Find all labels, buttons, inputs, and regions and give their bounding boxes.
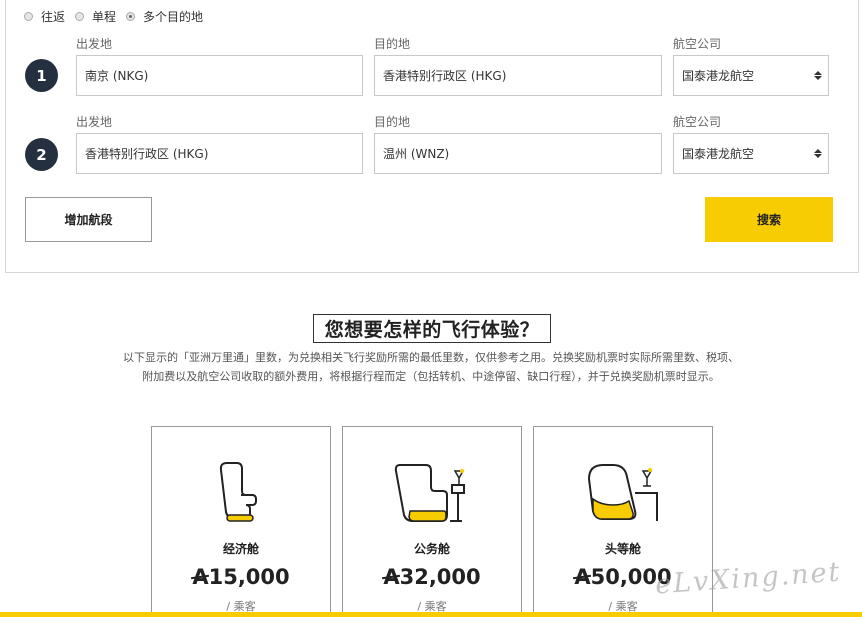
segment-1-airline-value: 国泰港龙航空: [682, 69, 755, 83]
segment-2-airline-select[interactable]: 国泰港龙航空: [673, 133, 829, 174]
segment-2-destination-label: 目的地: [374, 115, 411, 129]
trip-type-selector: 往返 单程 多个目的地: [24, 8, 213, 25]
first-class-cabin-name: 头等舱: [604, 542, 641, 556]
select-arrows-icon: [814, 149, 822, 158]
segment-2-airline-label: 航空公司: [673, 115, 722, 129]
segment-1-airline-select[interactable]: 国泰港龙航空: [673, 55, 829, 96]
segment-2-origin-value: 香港特别行政区 (HKG): [85, 147, 209, 161]
asia-miles-currency-icon: A: [192, 565, 209, 589]
segment-1-origin-value: 南京 (NKG): [85, 69, 149, 83]
business-seat-icon: [394, 464, 465, 522]
multicity-label: 多个目的地: [143, 10, 204, 24]
economy-miles: A15,000: [152, 565, 330, 589]
oneway-radio[interactable]: [75, 12, 85, 21]
business-cabin-name: 公务舱: [413, 542, 450, 556]
return-label: 往返: [41, 10, 66, 24]
segment-1-badge: 1: [25, 59, 58, 92]
first-class-seat-icon: [587, 464, 658, 521]
segment-1-destination-label: 目的地: [374, 37, 411, 51]
segment-1-destination-input[interactable]: 香港特别行政区 (HKG): [374, 55, 662, 96]
trip-type-return[interactable]: 往返: [24, 8, 65, 25]
experience-description-line-1: 以下显示的「亚洲万里通」里数，为兑换相关飞行奖励所需的最低里数，仅供参考之用。兑…: [123, 351, 739, 364]
experience-description-line-2: 附加费以及航空公司收取的额外费用，将根据行程而定（包括转机、中途停留、缺口行程）…: [142, 370, 720, 383]
economy-cabin-name: 经济舱: [222, 542, 259, 556]
economy-card[interactable]: 经济舱 A15,000 / 乘客: [151, 426, 331, 617]
select-arrows-icon: [814, 71, 822, 80]
oneway-label: 单程: [92, 10, 117, 24]
business-card[interactable]: 公务舱 A32,000 / 乘客: [342, 426, 522, 617]
segment-2-destination-input[interactable]: 温州 (WNZ): [374, 133, 662, 174]
business-miles: A32,000: [343, 565, 521, 589]
segment-1-airline-label: 航空公司: [673, 37, 722, 51]
business-miles-value: 32,000: [399, 565, 481, 589]
trip-type-oneway[interactable]: 单程: [75, 8, 116, 25]
experience-heading: 您想要怎样的飞行体验？: [313, 314, 551, 343]
trip-type-multicity[interactable]: 多个目的地: [126, 8, 203, 25]
asia-miles-currency-icon: A: [574, 565, 591, 589]
search-button[interactable]: 搜索: [705, 197, 833, 242]
segment-2-origin-label: 出发地: [76, 115, 113, 129]
segment-1-destination-value: 香港特别行政区 (HKG): [383, 69, 507, 83]
segment-2-badge: 2: [25, 138, 58, 171]
asia-miles-currency-icon: A: [383, 565, 400, 589]
segment-2-airline-value: 国泰港龙航空: [682, 147, 755, 161]
return-radio[interactable]: [24, 12, 33, 21]
economy-miles-value: 15,000: [208, 565, 290, 589]
segment-2-origin-input[interactable]: 香港特别行政区 (HKG): [76, 133, 363, 174]
accent-bar: [0, 612, 862, 617]
segment-1-origin-input[interactable]: 南京 (NKG): [76, 55, 363, 96]
economy-seat-icon: [219, 462, 257, 522]
add-segment-button[interactable]: 增加航段: [25, 197, 152, 242]
segment-2-destination-value: 温州 (WNZ): [383, 147, 450, 161]
segment-1-origin-label: 出发地: [76, 37, 113, 51]
multicity-radio[interactable]: [126, 12, 136, 21]
